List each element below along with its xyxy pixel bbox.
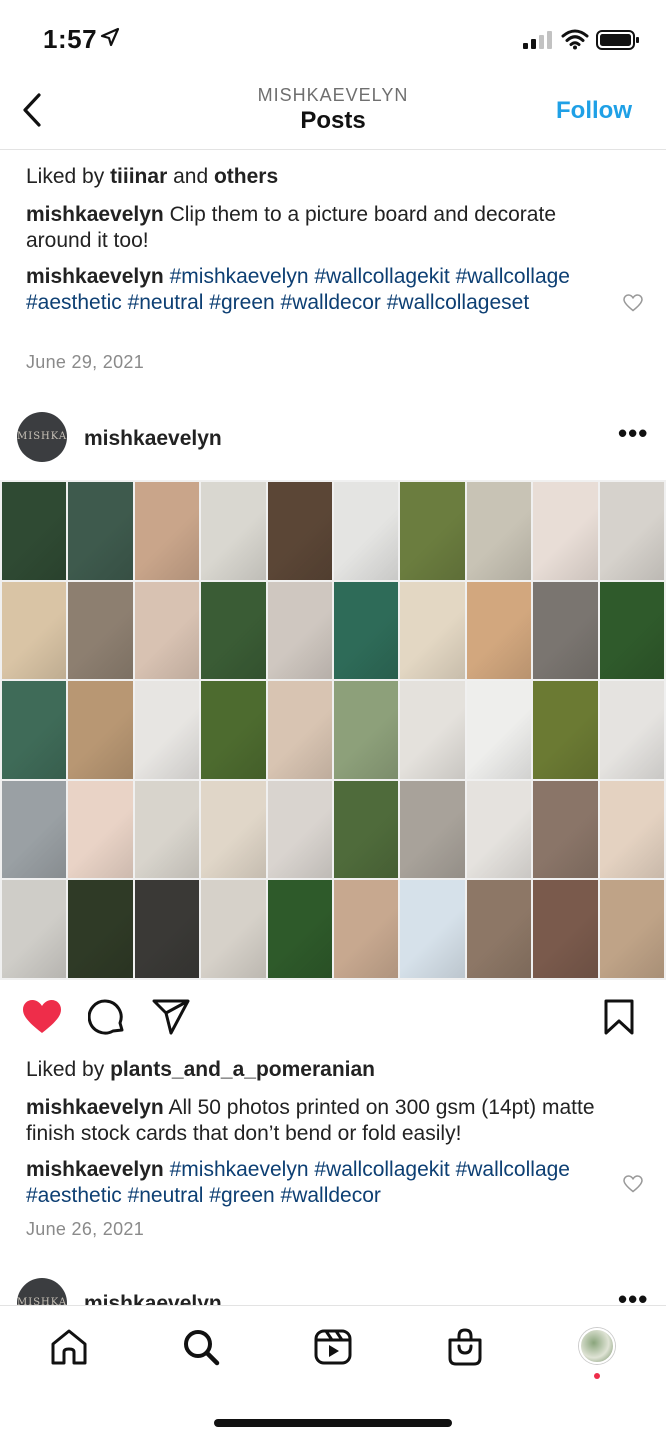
collage-photo bbox=[400, 681, 465, 779]
comment-username[interactable]: mishkaevelyn bbox=[26, 1158, 164, 1181]
post2-likes: Liked by plants_and_a_pomeranian bbox=[26, 1058, 375, 1081]
status-bar: 1:57 bbox=[0, 0, 666, 72]
avatar[interactable]: MISHKA bbox=[17, 1278, 67, 1305]
cellular-signal-icon bbox=[523, 31, 552, 49]
collage-photo bbox=[599, 880, 664, 978]
post1-comment: mishkaevelyn #mishkaevelyn #wallcollagek… bbox=[26, 264, 586, 316]
collage-photo bbox=[533, 780, 598, 879]
post-image-collage[interactable] bbox=[0, 480, 666, 980]
collage-photo bbox=[533, 482, 598, 580]
bottom-tab-bar bbox=[0, 1305, 666, 1440]
collage-photo bbox=[2, 880, 67, 978]
collage-photo bbox=[400, 780, 465, 879]
collage-photo bbox=[68, 780, 133, 879]
post1-caption: mishkaevelyn Clip them to a picture boar… bbox=[26, 203, 556, 252]
nav-bar: MISHKAEVELYN Posts Follow bbox=[0, 72, 666, 150]
post2-comment: mishkaevelyn #mishkaevelyn #wallcollagek… bbox=[26, 1157, 586, 1209]
collage-photo bbox=[267, 880, 332, 978]
avatar[interactable]: MISHKA EVELYN bbox=[17, 412, 67, 462]
collage-photo bbox=[334, 482, 399, 580]
collage-photo bbox=[400, 581, 465, 680]
post2-date: June 26, 2021 bbox=[26, 1219, 144, 1239]
collage-photo bbox=[334, 581, 399, 680]
collage-photo bbox=[2, 482, 67, 580]
collage-photo bbox=[134, 482, 200, 580]
battery-icon bbox=[596, 30, 639, 50]
collage-photo bbox=[267, 681, 332, 779]
profile-avatar[interactable] bbox=[579, 1328, 615, 1364]
collage-photo bbox=[466, 880, 532, 978]
notification-dot bbox=[594, 1373, 600, 1379]
collage-photo bbox=[134, 880, 200, 978]
collage-photo bbox=[134, 780, 200, 879]
liked-by-user[interactable]: tiiinar bbox=[110, 165, 167, 188]
collage-photo bbox=[201, 681, 266, 779]
status-time: 1:57 bbox=[43, 24, 98, 54]
collage-photo bbox=[466, 681, 532, 779]
collage-photo bbox=[334, 880, 399, 978]
collage-photo bbox=[533, 880, 598, 978]
follow-button[interactable]: Follow bbox=[556, 97, 632, 125]
collage-photo bbox=[400, 880, 465, 978]
collage-photo bbox=[267, 780, 332, 879]
collage-photo bbox=[400, 482, 465, 580]
collage-photo bbox=[134, 681, 200, 779]
post3-header: MISHKA mishkaevelyn ••• bbox=[0, 1262, 666, 1305]
home-icon[interactable] bbox=[50, 1328, 88, 1366]
collage-photo bbox=[334, 681, 399, 779]
post2-caption: mishkaevelyn All 50 photos printed on 30… bbox=[26, 1096, 595, 1145]
post1-date: June 29, 2021 bbox=[26, 352, 144, 372]
post-username[interactable]: mishkaevelyn bbox=[84, 427, 222, 451]
collage-photo bbox=[334, 780, 399, 879]
bookmark-icon[interactable] bbox=[603, 999, 635, 1035]
collage-photo bbox=[466, 581, 532, 680]
collage-photo bbox=[599, 681, 664, 779]
collage-photo bbox=[201, 581, 266, 680]
collage-photo bbox=[599, 780, 664, 879]
reels-icon[interactable] bbox=[314, 1328, 352, 1366]
home-indicator[interactable] bbox=[214, 1419, 452, 1427]
more-options-icon[interactable]: ••• bbox=[618, 418, 648, 449]
collage-photo bbox=[68, 880, 133, 978]
collage-photo bbox=[68, 681, 133, 779]
collage-photo bbox=[68, 482, 133, 580]
collage-photo bbox=[466, 482, 532, 580]
collage-photo bbox=[466, 780, 532, 879]
collage-photo bbox=[2, 581, 67, 680]
comment-username[interactable]: mishkaevelyn bbox=[26, 265, 164, 288]
collage-photo bbox=[134, 581, 200, 680]
collage-photo bbox=[267, 482, 332, 580]
wifi-icon bbox=[561, 29, 589, 50]
collage-photo bbox=[2, 780, 67, 879]
caption-username[interactable]: mishkaevelyn bbox=[26, 1096, 164, 1119]
caption-username[interactable]: mishkaevelyn bbox=[26, 203, 164, 226]
comment-icon[interactable] bbox=[88, 999, 126, 1037]
collage-photo bbox=[2, 681, 67, 779]
post-action-bar bbox=[0, 995, 666, 1045]
post1-likes: Liked by tiiinar and others bbox=[26, 165, 279, 188]
liked-by-user[interactable]: plants_and_a_pomeranian bbox=[110, 1058, 375, 1081]
paper-plane-icon[interactable] bbox=[152, 999, 190, 1035]
post2-header: MISHKA EVELYN mishkaevelyn ••• bbox=[0, 408, 666, 468]
more-options-icon[interactable]: ••• bbox=[618, 1284, 648, 1305]
collage-photo bbox=[201, 880, 266, 978]
heart-icon[interactable] bbox=[22, 999, 62, 1035]
collage-photo bbox=[533, 581, 598, 680]
collage-photo bbox=[533, 681, 598, 779]
search-icon[interactable] bbox=[182, 1328, 220, 1366]
collage-photo bbox=[68, 581, 133, 680]
collage-photo bbox=[201, 482, 266, 580]
collage-photo bbox=[201, 780, 266, 879]
post-username[interactable]: mishkaevelyn bbox=[84, 1292, 222, 1305]
collage-photo bbox=[267, 581, 332, 680]
liked-by-others[interactable]: others bbox=[214, 165, 278, 188]
comment-like-heart-icon[interactable] bbox=[623, 294, 643, 312]
shop-icon[interactable] bbox=[446, 1328, 484, 1366]
location-arrow-icon bbox=[100, 27, 120, 47]
collage-photo bbox=[599, 482, 664, 580]
collage-photo bbox=[599, 581, 664, 680]
comment-like-heart-icon[interactable] bbox=[623, 1175, 643, 1193]
